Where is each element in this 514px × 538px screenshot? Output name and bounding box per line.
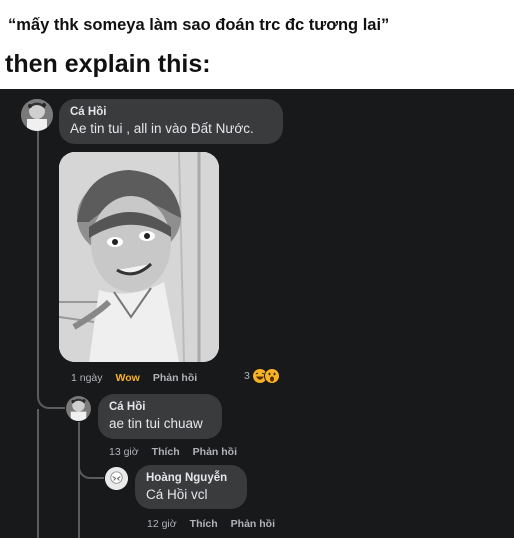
avatar-image (21, 99, 53, 131)
comment-image[interactable] (59, 152, 219, 362)
reply-button[interactable]: Phản hồi (153, 372, 197, 384)
comment-author[interactable]: Cá Hồi (70, 106, 272, 118)
reply-button[interactable]: Phản hồi (193, 446, 237, 458)
comment-actions: 13 giờ Thích Phản hồi (109, 446, 250, 458)
meme-caption-top: “mấy thk someya làm sao đoán trc đc tươn… (8, 16, 390, 34)
comment-bubble: Cá Hồi Ae tin tui , all in vào Đất Nước. (59, 99, 283, 144)
meme-caption-bottom: then explain this: (5, 50, 211, 78)
avatar-image (66, 396, 91, 421)
comment-timestamp[interactable]: 12 giờ (147, 518, 177, 530)
comment-text: Ae tin tui , all in vào Đất Nước. (70, 121, 254, 136)
thread-line (37, 409, 39, 538)
wow-icon (263, 368, 280, 384)
avatar[interactable] (66, 396, 91, 421)
avatar[interactable] (105, 467, 128, 490)
reaction-wow-button[interactable]: Wow (116, 372, 140, 384)
comment-actions: 1 ngày Wow Phản hồi (71, 372, 210, 384)
comment-timestamp[interactable]: 1 ngày (71, 372, 103, 384)
avatar-image (105, 467, 128, 490)
comment-bubble: Hoàng Nguyễn Cá Hồi vcl (135, 465, 247, 509)
comment-text: Cá Hồi vcl (146, 487, 208, 502)
like-button[interactable]: Thích (190, 518, 218, 530)
manga-panel-image (59, 152, 219, 362)
reply-button[interactable]: Phản hồi (231, 518, 275, 530)
comment-actions: 12 giờ Thích Phản hồi (147, 518, 288, 530)
thread-line (78, 455, 104, 479)
avatar[interactable] (21, 99, 53, 131)
comment-bubble: Cá Hồi ae tin tui chuaw (98, 394, 222, 439)
comment-text: ae tin tui chuaw (109, 416, 203, 431)
reaction-summary[interactable]: 3 (244, 367, 280, 385)
facebook-comments-panel: Cá Hồi Ae tin tui , all in vào Đất Nước.… (0, 89, 514, 538)
reaction-count: 3 (244, 370, 250, 382)
comment-timestamp[interactable]: 13 giờ (109, 446, 139, 458)
comment-author[interactable]: Cá Hồi (109, 401, 211, 413)
thread-line (78, 422, 80, 538)
comment-author[interactable]: Hoàng Nguyễn (146, 472, 236, 484)
like-button[interactable]: Thích (152, 446, 180, 458)
